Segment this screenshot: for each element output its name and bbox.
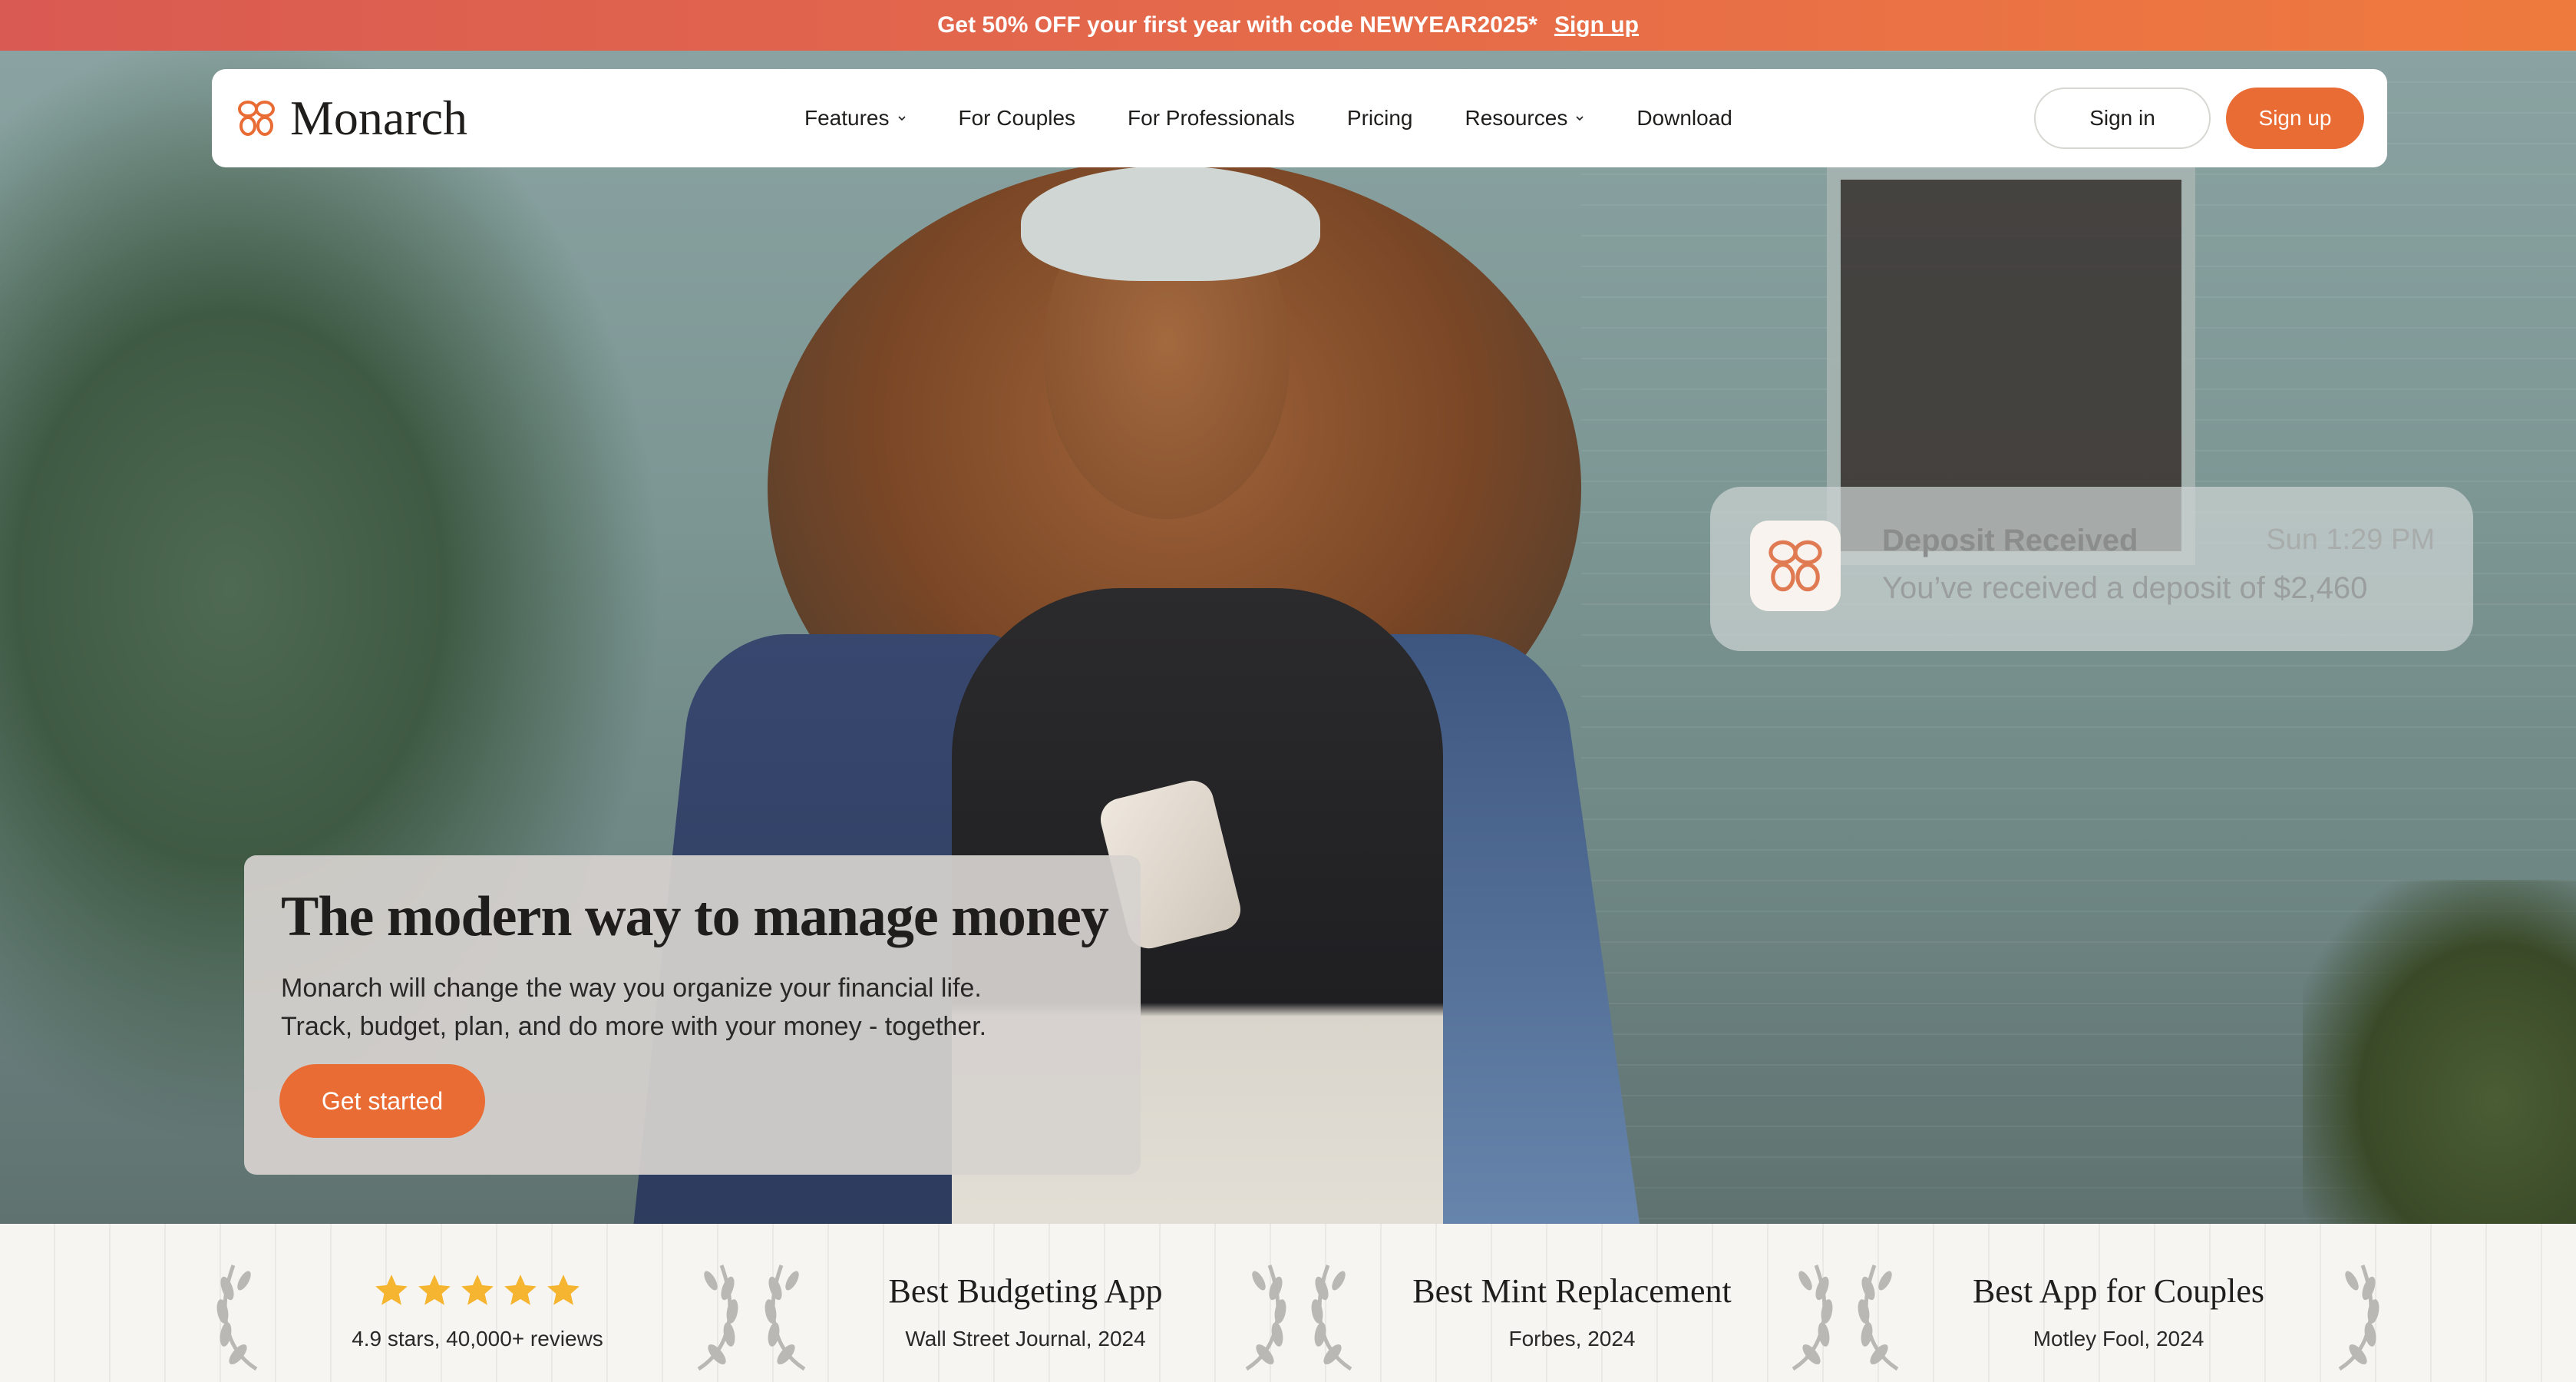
laurel-icon <box>2338 1265 2379 1371</box>
award-motley-fool: Best App for Couples Motley Fool, 2024 <box>1845 1224 2392 1382</box>
promo-signup-link[interactable]: Sign up <box>1554 12 1639 38</box>
nav-link-label: Features <box>804 106 890 130</box>
sign-in-button[interactable]: Sign in <box>2034 88 2211 149</box>
award-title: Best App for Couples <box>1972 1272 2265 1310</box>
plant <box>2303 880 2576 1224</box>
star-icon <box>547 1275 580 1305</box>
chevron-down-icon <box>1576 116 1584 121</box>
award-forbes: Best Mint Replacement Forbes, 2024 <box>1299 1224 1845 1382</box>
nav-actions: Sign in Sign up <box>2034 69 2364 167</box>
award-source: Forbes, 2024 <box>1508 1327 1636 1351</box>
star-icon <box>461 1275 494 1305</box>
nav-for-couples[interactable]: For Couples <box>959 106 1076 131</box>
rating-stars <box>204 1271 751 1310</box>
laurel-icon <box>697 1265 738 1371</box>
award-wsj: Best Budgeting App Wall Street Journal, … <box>752 1224 1299 1382</box>
person-cap <box>1021 166 1320 281</box>
hero-subtitle-line: Monarch will change the way you organize… <box>281 974 982 1003</box>
navbar: Monarch Features For Couples For Profess… <box>212 69 2387 167</box>
award-source: Motley Fool, 2024 <box>2033 1327 2204 1351</box>
nav-link-label: For Couples <box>958 106 1076 130</box>
get-started-button[interactable]: Get started <box>279 1064 485 1138</box>
award-source: 4.9 stars, 40,000+ reviews <box>352 1327 603 1351</box>
nav-link-label: Resources <box>1465 106 1568 130</box>
hero-card: The modern way to manage money Monarch w… <box>244 855 1141 1175</box>
star-icon <box>375 1275 408 1305</box>
notification-time: Sun 1:29 PM <box>2266 524 2435 556</box>
sign-up-button[interactable]: Sign up <box>2226 88 2364 149</box>
award-title: Best Mint Replacement <box>1412 1272 1732 1310</box>
notification-body: You’ve received a deposit of $2,460 <box>1882 571 2368 605</box>
promo-text: Get 50% OFF your first year with code NE… <box>937 12 1537 38</box>
nav-pricing[interactable]: Pricing <box>1347 106 1413 131</box>
nav-link-label: Download <box>1636 106 1732 130</box>
award-rating: 4.9 stars, 40,000+ reviews <box>204 1224 751 1382</box>
star-icon <box>418 1275 451 1305</box>
nav-links: Features For Couples For Professionals P… <box>804 69 1785 167</box>
monarch-butterfly-icon <box>238 101 275 136</box>
award-source: Wall Street Journal, 2024 <box>905 1327 1146 1351</box>
award-title: Best Budgeting App <box>888 1272 1163 1310</box>
nav-link-label: For Professionals <box>1128 106 1295 130</box>
laurel-icon <box>1245 1265 1286 1371</box>
brand-name: Monarch <box>290 91 468 145</box>
hero-subtitle: Monarch will change the way you organize… <box>281 969 986 1046</box>
monarch-butterfly-icon <box>1769 540 1822 592</box>
nav-link-label: Pricing <box>1346 106 1413 130</box>
laurel-icon <box>1792 1265 1833 1371</box>
nav-download[interactable]: Download <box>1636 106 1732 131</box>
deposit-notification: Deposit Received Sun 1:29 PM You’ve rece… <box>1710 487 2473 651</box>
chevron-down-icon <box>897 116 906 121</box>
notification-app-icon <box>1750 521 1841 611</box>
awards-strip: 4.9 stars, 40,000+ reviews Best Budgetin… <box>0 1224 2576 1382</box>
promo-banner: Get 50% OFF your first year with code NE… <box>0 0 2576 51</box>
nav-features[interactable]: Features <box>804 106 907 131</box>
nav-for-professionals[interactable]: For Professionals <box>1128 106 1295 131</box>
hero-subtitle-line: Track, budget, plan, and do more with yo… <box>281 1012 987 1041</box>
brand-logo[interactable]: Monarch <box>236 69 467 167</box>
star-icon <box>504 1275 537 1305</box>
nav-resources[interactable]: Resources <box>1465 106 1584 131</box>
hero-title: The modern way to manage money <box>281 885 1109 948</box>
notification-title: Deposit Received <box>1882 524 2138 557</box>
